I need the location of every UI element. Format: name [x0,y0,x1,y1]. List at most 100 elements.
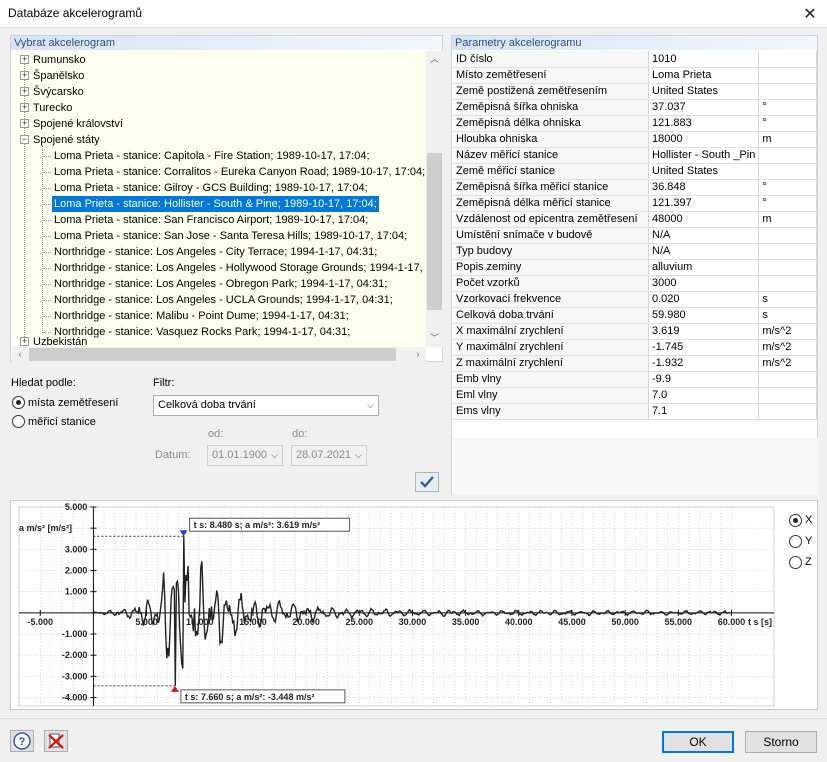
tree-record-item[interactable]: Northridge - stanice: Vasquez Rocks Park… [52,324,352,340]
tree-record-item[interactable]: Northridge - stanice: Malibu - Point Dum… [52,308,351,324]
accelerogram-tree[interactable]: + Rumunsko + Španělsko + Švýcarsko + Turecko + Sp… [12,51,426,347]
parameter-unit: s [758,307,817,324]
tree-record-item[interactable]: Loma Prieta - stanice: Corralitos - Eure… [52,164,426,180]
radio-search-station-label[interactable]: měřicí stanice [28,416,96,428]
apply-filter-button[interactable] [415,472,439,492]
x-axis-title: t s [s] [748,617,772,627]
checkmark-icon [420,476,434,488]
parameter-unit [758,51,817,68]
tree-record-item[interactable]: Northridge - stanice: Los Angeles - City… [52,244,379,260]
tree-vertical-scrollbar[interactable]: ︿ ﹀ [426,51,443,347]
parameter-value: Hollister - South _Pin [648,147,760,164]
parameter-unit [758,147,817,164]
tree-country-label: Švýcarsko [33,86,84,98]
ok-button[interactable]: OK [662,731,734,753]
tree-country-4[interactable]: + Spojené království [20,116,123,132]
tree-country-1[interactable]: + Španělsko [20,68,84,84]
tree-branch-line [43,204,51,205]
tree-country-0[interactable]: + Rumunsko [20,52,86,68]
parameter-name: Popis zeminy [453,259,649,276]
y-tick-label: 5.000 [65,502,88,512]
parameter-name: Vzorkovací frekvence [453,291,649,308]
scroll-up-icon[interactable]: ︿ [426,51,443,68]
date-from-select[interactable]: 01.01.1900 ⌵ [207,445,283,466]
accelerogram-chart: -5.000 5.000 10.000 15.000 20.000 25.000 30.00… [18,502,775,707]
tree-record-item[interactable]: Loma Prieta - stanice: San Francisco Air… [52,212,370,228]
tree-country-partial[interactable]: + Uzbekistán [20,334,87,347]
tree-country-2[interactable]: + Švýcarsko [20,84,84,100]
date-to-label: do: [292,428,308,440]
scroll-thumb[interactable] [427,153,442,310]
expand-icon[interactable]: + [20,54,29,64]
footer-separator [0,718,827,719]
scroll-left-icon[interactable]: ‹ [12,347,28,362]
radio-search-station[interactable] [12,415,25,428]
parameter-value: 36.848 [648,179,760,196]
parameter-value: -9.9 [648,371,760,388]
delete-button[interactable] [44,730,68,752]
parameter-unit: m/s^2 [758,339,817,356]
parameter-value: 3.619 [648,323,760,340]
parameter-unit: ° [758,195,817,212]
tree-branch-line [43,316,51,317]
tree-horizontal-scrollbar[interactable]: ‹ › [12,347,426,362]
help-button[interactable]: ? [10,730,34,752]
parameter-value: 3000 [648,275,760,292]
tree-sub-guide-line [42,145,43,333]
filter-select-value: Celková doba trvání [158,399,256,411]
parameter-row: Vzdálenost od epicentra zemětřesení 48000… [453,211,817,228]
tree-country-label: Uzbekistán [33,336,88,347]
x-tick-label: 40.000 [505,617,533,627]
parameter-unit [758,83,817,100]
scroll-down-icon[interactable]: ﹀ [426,330,443,347]
date-to-select[interactable]: 28.07.2021 ⌵ [291,445,367,466]
parameter-row: Zeměpisná délka měřicí stanice 121.397 ° [453,195,817,212]
scroll-right-icon[interactable]: › [410,347,426,362]
expand-icon[interactable]: + [20,70,29,80]
radio-search-place-label[interactable]: místa zemětřesení [28,397,118,409]
tree-record-item[interactable]: Northridge - stanice: Los Angeles - UCLA… [52,292,395,308]
tree-country-label: Španělsko [33,70,85,82]
tree-record-item[interactable]: Northridge - stanice: Los Angeles - Holl… [52,260,426,276]
direction-radio-y[interactable] [789,535,802,548]
tree-record-item[interactable]: Loma Prieta - stanice: San Jose - Santa … [52,228,409,244]
direction-radio-label[interactable]: Z [805,556,812,568]
expand-icon[interactable]: + [20,118,29,128]
parameter-value: 48000 [648,211,760,228]
direction-radio-x[interactable] [789,514,802,527]
tree-record-item[interactable]: Northridge - stanice: Los Angeles - Obre… [52,276,389,292]
expand-icon[interactable]: + [20,102,29,112]
radio-search-place[interactable] [12,396,25,409]
date-from-label: od: [208,428,224,440]
parameter-value: -1.932 [648,355,760,372]
direction-radio-label[interactable]: Y [805,535,812,547]
tree-record-item[interactable]: Loma Prieta - stanice: Capitola - Fire S… [52,148,372,164]
y-tick-label: 3.000 [65,544,88,554]
parameter-value: 0.020 [648,291,760,308]
direction-radio-z[interactable] [789,556,802,569]
cancel-button[interactable]: Storno [745,731,817,753]
tree-country-3[interactable]: + Turecko [20,100,72,116]
filter-select[interactable]: Celková doba trvání ⌵ [153,395,379,416]
parameter-name: Počet vzorků [453,275,649,292]
close-icon[interactable]: ✕ [793,0,827,28]
parameter-name: Zeměpisná šířka ohniska [453,99,649,116]
expand-icon[interactable]: + [20,86,29,96]
x-tick-label: 50.000 [611,617,639,627]
min-value-label: t s: 7.660 s; a m/s²: -3.448 m/s² [185,692,315,702]
tree-record-item[interactable]: Loma Prieta - stanice: Gilroy - GCS Buil… [52,180,370,196]
window-title: Databáze akcelerogramů [8,6,143,20]
collapse-icon[interactable]: − [20,134,29,144]
parameter-unit [758,163,817,180]
tree-country-5[interactable]: − Spojené státy [20,132,100,148]
direction-radio-label[interactable]: X [805,514,812,526]
parameter-value: United States [648,163,760,180]
y-tick-label: -1.000 [62,629,88,639]
parameter-name: Ems vlny [453,403,649,420]
expand-icon[interactable]: + [20,336,29,346]
h-scroll-thumb[interactable] [29,348,396,361]
tree-record-item[interactable]: Loma Prieta - stanice: Hollister - South… [51,195,380,213]
parameter-name: Zeměpisná šířka měřicí stanice [453,179,649,196]
date-from-value: 01.01.1900 [212,449,268,461]
parameter-value: N/A [648,227,760,244]
